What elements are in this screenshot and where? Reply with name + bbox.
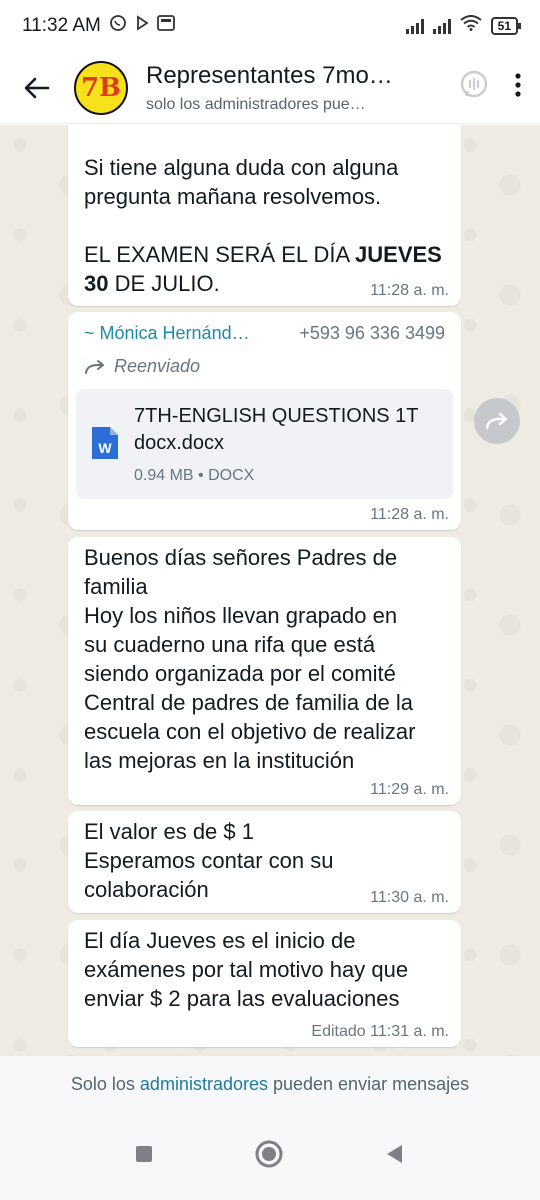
status-bar: 11:32 AM 51 bbox=[0, 0, 540, 52]
svg-text:W: W bbox=[98, 440, 112, 456]
group-subtitle: solo los administradores pue… bbox=[146, 95, 366, 113]
sender-name[interactable]: ~ Mónica Hernánd… bbox=[84, 323, 250, 344]
more-options-icon[interactable] bbox=[514, 72, 522, 103]
back-button[interactable] bbox=[0, 77, 74, 99]
document-attachment[interactable]: W 7TH-ENGLISH QUESTIONS 1T docx.docx 0.9… bbox=[76, 389, 453, 499]
home-button[interactable] bbox=[254, 1139, 284, 1174]
message-text: Buenos días señores Padres de familia Ho… bbox=[84, 545, 416, 773]
message-bubble-document[interactable]: ~ Mónica Hernánd… +593 96 336 3499 Reenv… bbox=[68, 312, 461, 530]
message-time: 11:29 a. m. bbox=[370, 781, 449, 798]
message-text: El valor es de $ 1 Esperamos contar con … bbox=[84, 819, 334, 902]
forwarded-label: Reenviado bbox=[114, 356, 201, 376]
message-time: 11:28 a. m. bbox=[370, 282, 449, 299]
app-notification-icon bbox=[156, 15, 175, 37]
recents-button[interactable] bbox=[134, 1144, 154, 1169]
arrow-left-icon bbox=[24, 77, 50, 98]
message-bubble[interactable]: Buenos días señores Padres de familia Ho… bbox=[68, 537, 461, 805]
whatsapp-notification-icon bbox=[109, 14, 127, 38]
message-bubble[interactable]: El día Jueves es el inicio de exámenes p… bbox=[68, 920, 461, 1047]
group-title: Representantes 7mo… bbox=[146, 61, 393, 89]
circle-icon bbox=[255, 1140, 283, 1167]
triangle-back-icon bbox=[387, 1144, 402, 1163]
message-time: 11:30 a. m. bbox=[370, 889, 449, 906]
word-document-icon: W bbox=[92, 427, 118, 459]
message-text: El día Jueves es el inicio de exámenes p… bbox=[84, 928, 409, 1011]
document-meta: 0.94 MB • DOCX bbox=[134, 467, 255, 484]
administrators-link[interactable]: administradores bbox=[140, 1074, 268, 1095]
share-arrow-icon bbox=[485, 412, 508, 430]
group-avatar[interactable]: 7B bbox=[74, 60, 128, 115]
message-time: 11:28 a. m. bbox=[370, 506, 449, 523]
forwarded-icon bbox=[85, 359, 104, 374]
forward-share-button[interactable] bbox=[474, 398, 520, 444]
status-time: 11:32 AM bbox=[22, 15, 101, 36]
voice-chat-icon[interactable] bbox=[458, 69, 490, 106]
document-size: 0.94 MB bbox=[134, 467, 194, 484]
message-bubble[interactable]: El valor es de $ 1 Esperamos contar con … bbox=[68, 811, 461, 913]
signal-icon-2 bbox=[432, 18, 451, 34]
sender-phone: +593 96 336 3499 bbox=[299, 323, 445, 343]
document-type: DOCX bbox=[208, 467, 255, 484]
square-icon bbox=[136, 1145, 152, 1162]
message-text: Si tiene alguna duda con alguna pregunta… bbox=[84, 155, 399, 209]
signal-icon bbox=[405, 18, 424, 34]
message-bubble[interactable]: Si tiene alguna duda con alguna pregunta… bbox=[68, 125, 461, 306]
play-notification-icon bbox=[135, 15, 149, 37]
admin-only-notice: Solo los administradores pueden enviar m… bbox=[0, 1056, 540, 1112]
message-time-edited: Editado 11:31 a. m. bbox=[311, 1023, 449, 1040]
group-info[interactable]: Representantes 7mo… solo los administrad… bbox=[146, 62, 408, 114]
document-name: 7TH-ENGLISH QUESTIONS 1T docx.docx bbox=[134, 405, 419, 454]
battery-icon: 51 bbox=[490, 17, 522, 35]
edited-label: Editado bbox=[311, 1023, 366, 1040]
back-nav-button[interactable] bbox=[384, 1143, 406, 1170]
chat-area[interactable]: Si tiene alguna duda con alguna pregunta… bbox=[0, 125, 540, 1056]
system-nav-bar bbox=[0, 1112, 540, 1200]
chat-header: 7B Representantes 7mo… solo los administ… bbox=[0, 52, 540, 124]
wifi-icon bbox=[460, 15, 482, 37]
